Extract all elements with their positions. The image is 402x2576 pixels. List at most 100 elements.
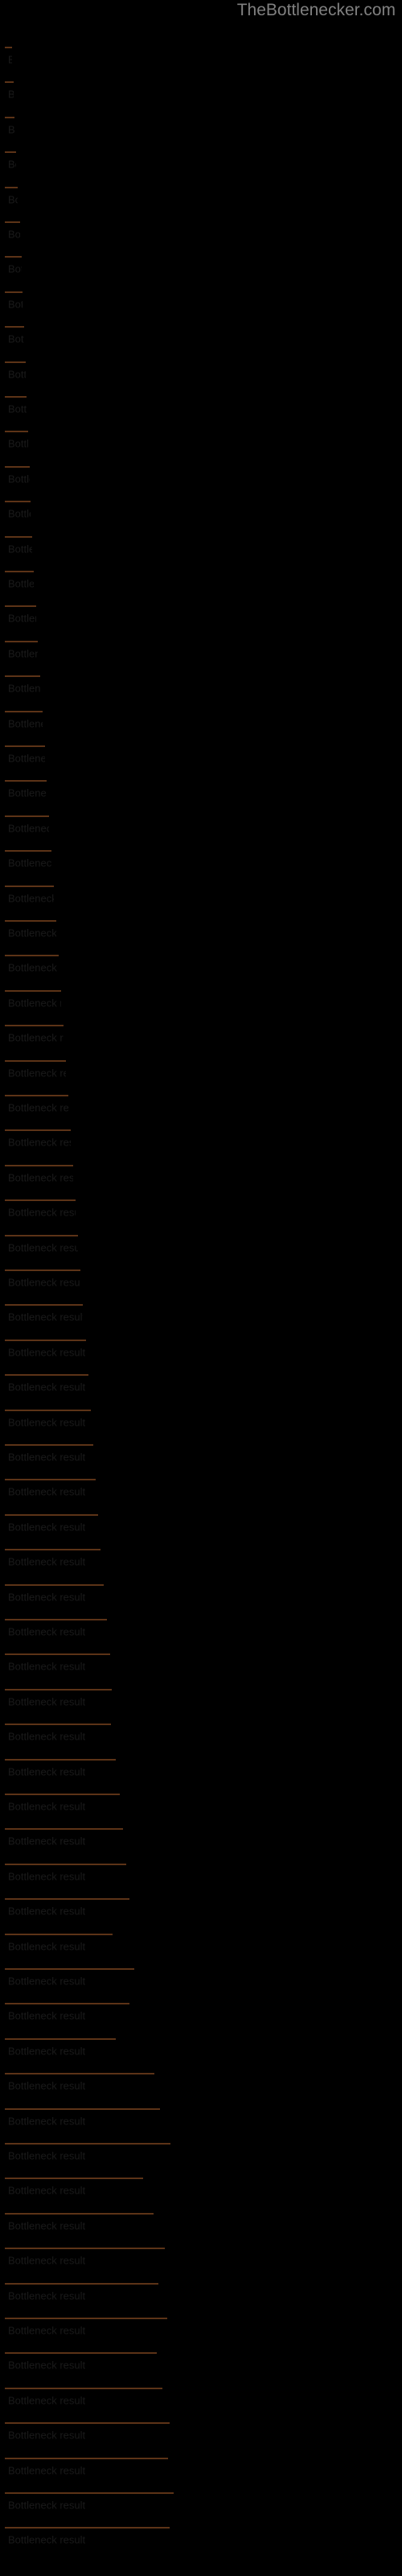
bar: Bottleneck result (5, 223, 20, 246)
bar-top-edge (5, 2527, 170, 2529)
bar-top-edge (5, 326, 24, 328)
bar: Bottleneck result (5, 2389, 162, 2412)
bar: Bottleneck result (5, 1970, 134, 1992)
bar-label: Bottleneck result (8, 1101, 68, 1114)
bar-label: Bottleneck result (8, 1485, 86, 1498)
bar: Bottleneck result (5, 468, 30, 490)
bar-top-edge (5, 1095, 68, 1096)
bar-top-edge (5, 1129, 71, 1131)
bar: Bottleneck result (5, 1062, 66, 1084)
bar-label: Bottleneck result (8, 2149, 86, 2162)
bar-top-edge (5, 1898, 129, 1900)
bar: Bottleneck result (5, 293, 23, 316)
bar-top-edge (5, 2458, 168, 2459)
bar-label: Bottleneck result (8, 927, 56, 939)
bar-top-edge (5, 1269, 80, 1271)
bar: Bottleneck result (5, 1516, 98, 1538)
bar-top-edge (5, 431, 28, 432)
bar-top-edge (5, 815, 49, 817)
bar: Bottleneck result (5, 1550, 100, 1573)
bar-label: Bottleneck result (8, 1695, 86, 1708)
bar: Bottleneck result (5, 2529, 170, 2551)
bar-top-edge (5, 1653, 110, 1655)
bar: Bottleneck result (5, 1620, 107, 1643)
bar: Bottleneck result (5, 1725, 111, 1748)
bar-top-edge (5, 2143, 170, 2145)
bar-label: Bottleneck result (8, 786, 47, 799)
bar: Bottleneck result (5, 572, 34, 595)
bar: Bottleneck result (5, 1376, 88, 1398)
bar: Bottleneck result (5, 118, 14, 141)
bar-top-edge (5, 886, 54, 887)
bar: Bottleneck result (5, 2004, 129, 2027)
bar: Bottleneck result (5, 956, 59, 979)
bar-top-edge (5, 291, 23, 293)
bar-top-edge (5, 571, 34, 572)
bar-top-edge (5, 501, 31, 502)
bar: Bottleneck result (5, 538, 32, 560)
bar: Bottleneck result (5, 1446, 93, 1468)
bar-top-edge (5, 2003, 129, 2004)
bar-label: Bottleneck result (8, 1660, 86, 1673)
bar-label: Bottleneck result (8, 1765, 86, 1778)
bar-label: Bottleneck result (8, 1730, 86, 1743)
bar-label: Bottleneck result (8, 752, 45, 765)
bar-label: Bottleneck result (8, 1381, 86, 1393)
bar: Bottleneck result (5, 2459, 168, 2482)
bar-label: Bottleneck result (8, 2254, 86, 2267)
bar: Bottleneck result (5, 1131, 71, 1154)
bar-top-edge (5, 466, 30, 468)
bar: Bottleneck result (5, 817, 49, 840)
bar-label: Bottleneck result (8, 123, 14, 136)
bar: Bottleneck result (5, 1655, 110, 1678)
bar-top-edge (5, 47, 12, 48)
bar: Bottleneck result (5, 2145, 170, 2167)
bar-top-edge (5, 2352, 157, 2354)
horizontal-bar-chart: Bottleneck result Bottleneck result Bottle… (0, 0, 402, 2576)
bar: Bottleneck result (5, 2074, 154, 2097)
bar-label: Bottleneck result (8, 2115, 86, 2128)
bar: Bottleneck result (5, 502, 31, 525)
bar-label: Bottleneck result (8, 717, 43, 730)
bar: Bottleneck result (5, 398, 27, 420)
bar: Bottleneck result (5, 1761, 116, 1783)
bar: Bottleneck result (5, 887, 54, 910)
bar-top-edge (5, 1619, 107, 1620)
bar-label: Bottleneck result (8, 507, 31, 520)
bar-top-edge (5, 2388, 162, 2389)
bar-label: Bottleneck result (8, 1625, 86, 1638)
bar-label: Bottleneck result (8, 53, 12, 66)
bar-top-edge (5, 1549, 100, 1550)
bar-top-edge (5, 117, 14, 118)
bar-top-edge (5, 1235, 78, 1236)
bar-top-edge (5, 256, 22, 258)
bar-label: Bottleneck result (8, 1451, 86, 1463)
bar: Bottleneck result (5, 1236, 78, 1259)
bar-label: Bottleneck result (8, 543, 32, 555)
bar-top-edge (5, 1025, 64, 1026)
bar-top-edge (5, 1060, 66, 1062)
bar: Bottleneck result (5, 747, 45, 770)
bar-top-edge (5, 920, 56, 922)
bar-label: Bottleneck result (8, 1067, 66, 1080)
bar-label: Bottleneck result (8, 1835, 86, 1847)
bar: Bottleneck result (5, 363, 26, 386)
bar: Bottleneck result (5, 2179, 143, 2202)
bar: Bottleneck result (5, 1166, 73, 1189)
bar-label: Bottleneck result (8, 2079, 86, 2092)
bar-top-edge (5, 1864, 126, 1865)
bar-top-edge (5, 1514, 98, 1516)
bar-top-edge (5, 641, 38, 642)
bar-label: Bottleneck result (8, 892, 54, 905)
bar-label: Bottleneck result (8, 1241, 78, 1254)
bar-label: Bottleneck result (8, 1031, 64, 1044)
bar: Bottleneck result (5, 922, 56, 944)
bar-top-edge (5, 2073, 154, 2074)
bar: Bottleneck result (5, 2319, 167, 2342)
bar: Bottleneck result (5, 2285, 158, 2307)
bar-top-edge (5, 1199, 76, 1201)
bar-top-edge (5, 1828, 123, 1830)
bar: Bottleneck result (5, 2424, 170, 2446)
bar-top-edge (5, 2318, 167, 2319)
bar-label: Bottleneck result (8, 1521, 86, 1534)
